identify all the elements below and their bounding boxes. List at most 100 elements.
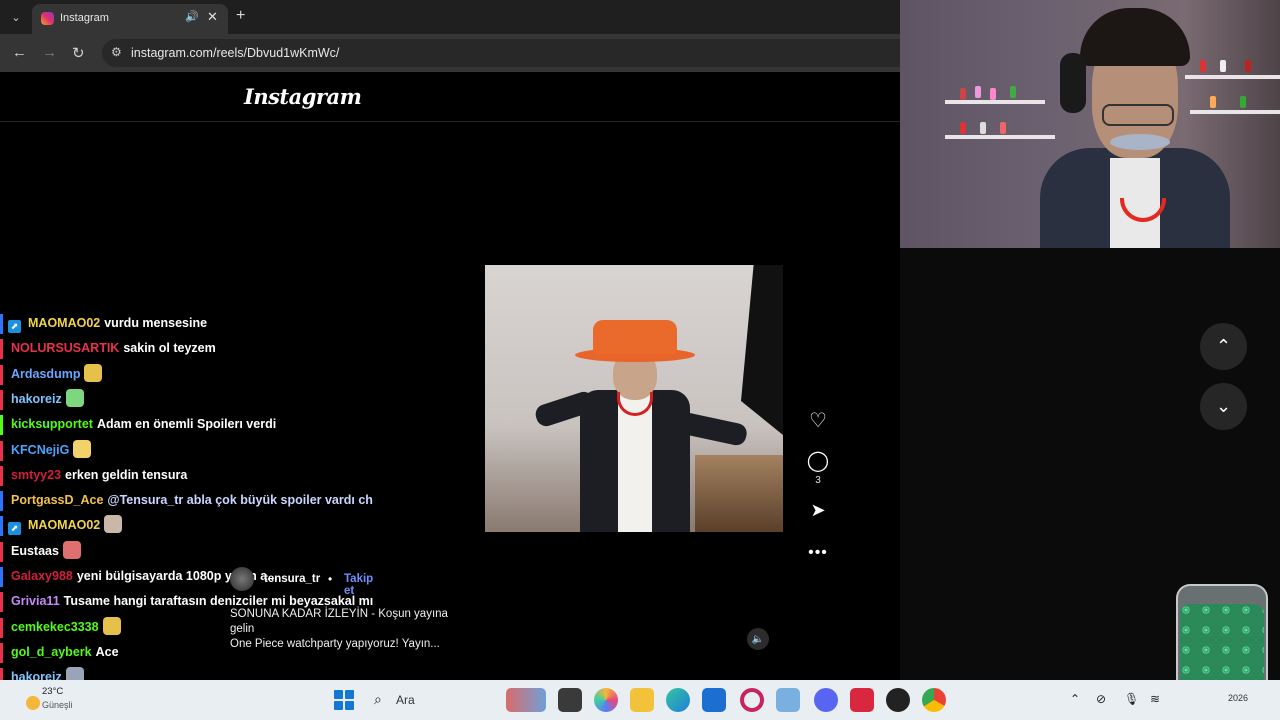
chat-message-body: PortgassD_Ace @Tensura_tr abla çok büyük … xyxy=(8,490,373,510)
back-button[interactable]: ← xyxy=(12,44,27,61)
next-reel-button[interactable]: ⌄ xyxy=(1200,383,1247,430)
comment-icon[interactable]: ◯ xyxy=(800,448,836,473)
follow-button[interactable]: Takip et xyxy=(344,573,373,597)
chat-username[interactable]: KFCNejiG xyxy=(11,443,69,457)
obs-icon[interactable] xyxy=(886,688,910,712)
chat-username[interactable]: hakoreiz xyxy=(11,392,62,406)
chat-message: Ardasdump xyxy=(0,363,380,386)
chat-message: KFCNejiG xyxy=(0,439,380,462)
separator-dot: • xyxy=(328,572,333,586)
reload-button[interactable]: ↻ xyxy=(72,44,85,62)
tab-instagram[interactable]: Instagram 🔊 ✕ xyxy=(32,4,228,34)
author-username[interactable]: tensura_tr xyxy=(264,573,320,585)
chat-username[interactable]: MAOMAO02 xyxy=(28,518,100,532)
edge-icon[interactable] xyxy=(666,688,690,712)
chat-text: erken geldin tensura xyxy=(65,467,188,482)
instagram-favicon-icon xyxy=(41,12,54,25)
chat-text: Adam en önemli Spoilerı verdi xyxy=(96,417,277,432)
chat-message: hakoreiz xyxy=(0,388,380,411)
chat-username[interactable]: cemkekec3338 xyxy=(11,620,99,634)
share-icon[interactable]: ➤ xyxy=(800,500,836,521)
chat-message-body: hakoreiz xyxy=(8,388,84,409)
discord-icon[interactable] xyxy=(814,688,838,712)
chat-username[interactable]: Grivia11 xyxy=(11,594,60,608)
copilot-icon[interactable] xyxy=(594,688,618,712)
chat-accent-bar xyxy=(0,642,3,663)
no-sync-icon[interactable]: ⊘ xyxy=(1096,692,1106,706)
search-placeholder: Ara xyxy=(396,693,415,707)
taskbar-search[interactable]: ⌕ Ara xyxy=(366,686,506,714)
chat-message: PortgassD_Ace @Tensura_tr abla çok büyük … xyxy=(0,490,380,512)
chat-accent-bar xyxy=(0,364,3,385)
like-icon[interactable]: ♡ xyxy=(800,408,836,433)
chat-username[interactable]: MAOMAO02 xyxy=(28,316,100,330)
weather-temperature: 23°C xyxy=(42,686,64,697)
chat-text: Ace xyxy=(95,644,119,659)
chat-username[interactable]: Ardasdump xyxy=(11,367,80,381)
tab-title: Instagram xyxy=(60,12,109,24)
microphone-icon[interactable]: 🎙 xyxy=(1124,692,1139,706)
reel-video[interactable]: 🔈 xyxy=(485,134,783,664)
wifi-icon[interactable]: ≋ xyxy=(1150,692,1160,706)
webcam-overlay xyxy=(900,0,1280,248)
chat-accent-bar xyxy=(0,541,3,562)
previous-reel-button[interactable]: ⌃ xyxy=(1200,323,1247,370)
chat-username[interactable]: smtyy23 xyxy=(11,468,61,482)
tab-close-button[interactable]: ✕ xyxy=(207,9,218,25)
opera-icon[interactable] xyxy=(740,688,764,712)
instagram-logo[interactable]: Instagram xyxy=(244,84,362,109)
address-bar[interactable]: ⚙ instagram.com/reels/Dbvud1wKmWc/ xyxy=(102,39,900,67)
chat-accent-bar xyxy=(0,617,3,638)
chat-accent-bar xyxy=(0,314,3,334)
store-icon[interactable] xyxy=(702,688,726,712)
site-info-icon[interactable]: ⚙ xyxy=(111,45,122,59)
chrome-icon[interactable] xyxy=(922,688,946,712)
chat-accent-bar xyxy=(0,592,3,613)
clock-date[interactable]: 2026 xyxy=(1228,693,1248,703)
chat-username[interactable]: PortgassD_Ace xyxy=(11,493,103,507)
caption-line-1: SONUNA KADAR İZLEYİN - Koşun yayına geli… xyxy=(230,608,448,635)
chat-message-body: ⬈ MAOMAO02 xyxy=(8,515,123,536)
chat-accent-bar xyxy=(0,567,3,587)
chat-accent-bar xyxy=(0,465,3,486)
stream-chat: ⬈ MAOMAO02 vurdu mensesine NOLURSUSARTIK sak… xyxy=(0,313,380,714)
chat-text: sakin ol teyzem xyxy=(123,341,216,356)
start-button[interactable] xyxy=(334,690,354,710)
avatar[interactable] xyxy=(230,567,254,591)
app-red-icon[interactable] xyxy=(850,688,874,712)
chat-accent-bar xyxy=(0,339,3,360)
more-options-icon[interactable]: ••• xyxy=(800,544,836,562)
weather-condition: Güneşli xyxy=(42,700,73,710)
chat-message: Galaxy988 yeni bülgisayarda 1080p yayın a… xyxy=(0,566,380,588)
browser-toolbar: ← → ↻ ⚙ instagram.com/reels/Dbvud1wKmWc/ xyxy=(0,34,900,72)
browser-tabbar: ⌄ Instagram 🔊 ✕ + xyxy=(0,0,900,34)
chat-username[interactable]: NOLURSUSARTIK xyxy=(11,341,119,355)
chat-accent-bar xyxy=(0,516,3,537)
mute-icon[interactable]: 🔈 xyxy=(747,628,769,650)
url-text[interactable]: instagram.com/reels/Dbvud1wKmWc/ xyxy=(131,46,339,60)
file-explorer-icon[interactable] xyxy=(630,688,654,712)
task-view-icon[interactable] xyxy=(558,688,582,712)
forward-button[interactable]: → xyxy=(42,44,57,61)
pirate-flag xyxy=(741,265,783,435)
chat-accent-bar xyxy=(0,415,3,436)
speaker-icon[interactable]: 🔊 xyxy=(185,10,199,23)
chat-message: NOLURSUSARTIK sakin ol teyzem xyxy=(0,338,380,360)
chevron-up-icon[interactable]: ⌃ xyxy=(1070,692,1080,706)
search-icon: ⌕ xyxy=(374,691,382,707)
new-tab-button[interactable]: + xyxy=(236,7,245,25)
chat-username[interactable]: Galaxy988 xyxy=(11,569,73,583)
widget-icon[interactable] xyxy=(506,688,546,712)
chat-emote-icon xyxy=(84,363,103,382)
chat-message: ⬈ MAOMAO02 xyxy=(0,515,380,537)
reel-caption[interactable]: SONUNA KADAR İZLEYİN - Koşun yayına geli… xyxy=(230,607,460,652)
app-grid-icon[interactable] xyxy=(776,688,800,712)
chat-emote-icon xyxy=(65,388,84,407)
sun-icon xyxy=(26,696,40,710)
chat-username[interactable]: gol_d_ayberk xyxy=(11,645,92,659)
tab-search-button[interactable]: ⌄ xyxy=(6,7,26,27)
chat-username[interactable]: Eustaas xyxy=(11,544,59,558)
chat-emote-icon xyxy=(62,540,81,559)
chat-username[interactable]: kicksupportet xyxy=(11,417,93,431)
chat-accent-bar xyxy=(0,440,3,461)
